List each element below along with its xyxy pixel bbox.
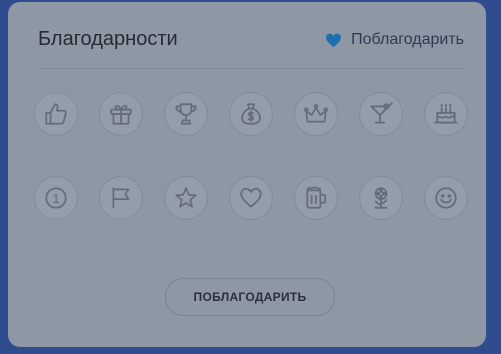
icon-row-2: 1 <box>34 176 468 220</box>
thumbs-up-button[interactable] <box>34 92 78 136</box>
gratitude-panel: Благодарности Поблагодарить 1 ПОБЛАГОДАР… <box>8 2 486 347</box>
heart-outline-icon <box>240 187 262 208</box>
thumbs-up-icon <box>45 103 67 125</box>
money-bag-button[interactable] <box>229 92 273 136</box>
cocktail-icon <box>370 102 393 124</box>
beer-mug-button[interactable] <box>294 176 338 220</box>
svg-text:1: 1 <box>52 191 59 206</box>
flower-button[interactable] <box>359 176 403 220</box>
trophy-button[interactable] <box>164 92 208 136</box>
crown-icon <box>303 104 329 123</box>
trophy-icon <box>175 103 197 125</box>
gift-icon <box>110 104 132 125</box>
panel-title: Благодарности <box>38 28 178 50</box>
gift-button[interactable] <box>99 92 143 136</box>
flag-button[interactable] <box>99 176 143 220</box>
cake-button[interactable] <box>424 92 468 136</box>
smiley-icon <box>435 187 457 209</box>
thank-link-label: Поблагодарить <box>351 31 464 48</box>
heart-icon <box>326 33 342 47</box>
number-one-button[interactable]: 1 <box>34 176 78 220</box>
flower-icon <box>374 187 388 209</box>
smiley-button[interactable] <box>424 176 468 220</box>
thank-button[interactable]: ПОБЛАГОДАРИТЬ <box>165 278 335 316</box>
number-one-icon: 1 <box>45 187 67 209</box>
cake-icon <box>434 103 458 124</box>
crown-button[interactable] <box>294 92 338 136</box>
icon-row-1 <box>34 92 468 136</box>
beer-mug-icon <box>306 186 327 209</box>
star-button[interactable] <box>164 176 208 220</box>
panel-header: Благодарности Поблагодарить <box>38 28 464 58</box>
star-icon <box>175 187 197 208</box>
heart-button[interactable] <box>229 176 273 220</box>
divider <box>38 68 464 69</box>
flag-icon <box>112 187 130 209</box>
money-bag-icon <box>241 103 261 125</box>
cocktail-button[interactable] <box>359 92 403 136</box>
thank-link[interactable]: Поблагодарить <box>325 31 464 49</box>
